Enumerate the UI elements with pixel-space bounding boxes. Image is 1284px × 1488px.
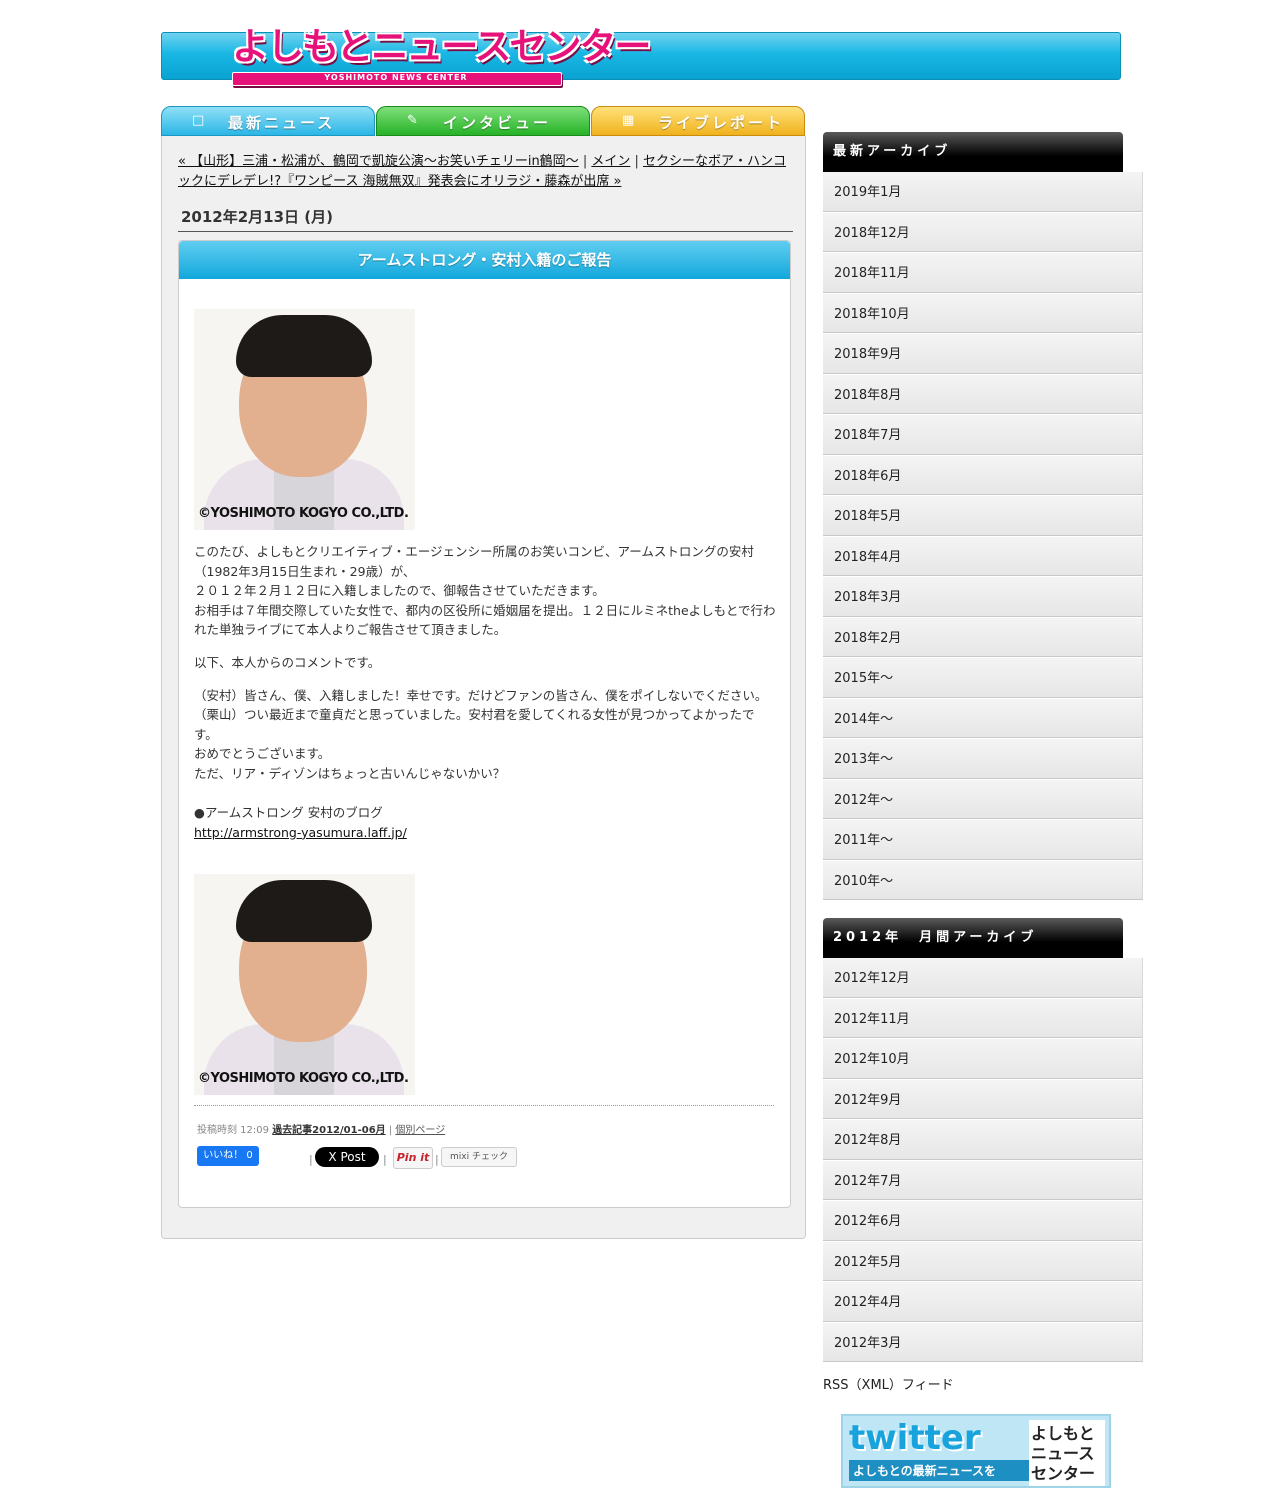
logo-subtitle: YOSHIMOTO NEWS CENTER	[324, 73, 468, 82]
latest-archive-header: 最新アーカイブ	[823, 132, 1123, 172]
monthly-archive-link[interactable]: 2012年6月	[823, 1201, 1143, 1242]
archive-link[interactable]: 2012年～	[823, 779, 1143, 820]
category-tabs: □ 最新ニュース ✎ インタビュー ▦ ライブレポート	[161, 106, 806, 136]
twitter-logo: twitter	[849, 1418, 981, 1458]
archive-link[interactable]: 2018年2月	[823, 617, 1143, 658]
body-line: 以下、本人からのコメントです。	[194, 654, 381, 670]
monthly-archive-link[interactable]: 2012年8月	[823, 1120, 1143, 1161]
body-line: このたび、よしもとクリエイティブ・エージェンシー所属のお笑いコンビ、アームストロ…	[194, 544, 754, 579]
prev-entry-link[interactable]: « 【山形】三浦・松浦が、鶴岡で凱旋公演～お笑いチェリーin鶴岡～	[178, 154, 579, 169]
social-separator: |	[435, 1153, 439, 1166]
entry-photo: ©YOSHIMOTO KOGYO CO.,LTD.	[194, 309, 415, 530]
tab-label: 最新ニュース	[228, 114, 336, 132]
archive-link[interactable]: 2013年～	[823, 739, 1143, 780]
archive-link[interactable]: 2018年3月	[823, 577, 1143, 618]
photo-copyright: ©YOSHIMOTO KOGYO CO.,LTD.	[198, 1071, 409, 1086]
body-line: （栗山）つい最近まで童貞だと思っていました。安村君を愛してくれる女性が見つかって…	[194, 707, 755, 742]
body-line: お相手は７年間交際していた女性で、都内の区役所に婚姻届を提出。１２日にルミネth…	[194, 602, 776, 638]
tab-label: インタビュー	[443, 114, 552, 132]
archive-link[interactable]: 2018年8月	[823, 374, 1143, 415]
body-line: ２０１２年２月１２日に入籍しましたので、御報告させていただきます。	[194, 583, 605, 599]
archive-link[interactable]: 2018年10月	[823, 293, 1143, 334]
main-content: « 【山形】三浦・松浦が、鶴岡で凱旋公演～お笑いチェリーin鶴岡～ | メイン …	[161, 136, 806, 1239]
entry-divider	[194, 1105, 774, 1106]
body-line: おめでとうございます。	[194, 746, 331, 762]
social-separator: |	[383, 1153, 387, 1166]
pencil-icon: ✎	[407, 113, 418, 128]
monthly-archive-link[interactable]: 2012年4月	[823, 1282, 1143, 1323]
body-line: ●アームストロング 安村のブログ	[194, 805, 383, 821]
document-icon: □	[192, 113, 205, 128]
site-logo[interactable]: よしもとニュースセンター YOSHIMOTO NEWS CENTER	[232, 24, 651, 88]
archive-link[interactable]: 2018年7月	[823, 415, 1143, 456]
tab-latest-news[interactable]: □ 最新ニュース	[161, 106, 375, 136]
entry-body: このたび、よしもとクリエイティブ・エージェンシー所属のお笑いコンビ、アームストロ…	[194, 542, 776, 855]
entry-title: アームストロング・安村入籍のご報告	[179, 241, 790, 279]
latest-archive-list: 2019年1月 2018年12月 2018年11月 2018年10月 2018年9月 20…	[823, 172, 1143, 901]
social-separator: |	[309, 1153, 313, 1166]
archive-link[interactable]: 2018年6月	[823, 455, 1143, 496]
twitter-banner-account: よしもとニュースセンター	[1029, 1420, 1105, 1486]
monthly-archive-list: 2012年12月 2012年11月 2012年10月 2012年9月 2012年8月 20…	[823, 958, 1143, 1363]
archive-link[interactable]: 2019年1月	[823, 172, 1143, 213]
archive-link[interactable]: 2018年4月	[823, 536, 1143, 577]
tab-label: ライブレポート	[658, 114, 785, 132]
archive-link[interactable]: 2018年9月	[823, 334, 1143, 375]
tab-interview[interactable]: ✎ インタビュー	[376, 106, 590, 136]
entry-navigation: « 【山形】三浦・松浦が、鶴岡で凱旋公演～お笑いチェリーin鶴岡～ | メイン …	[178, 152, 793, 192]
x-post-button[interactable]: X Post	[315, 1147, 379, 1167]
photo-copyright: ©YOSHIMOTO KOGYO CO.,LTD.	[198, 506, 409, 521]
archive-link[interactable]: 2011年～	[823, 820, 1143, 861]
nav-separator: |	[630, 154, 644, 169]
archive-link[interactable]: 2018年5月	[823, 496, 1143, 537]
entry-date: 2012年2月13日 (月)	[178, 204, 793, 232]
meta-separator: |	[385, 1125, 396, 1136]
archive-link[interactable]: 2018年12月	[823, 212, 1143, 253]
twitter-banner[interactable]: twitter よしもとの最新ニュースを よしもとニュースセンター	[841, 1414, 1111, 1488]
photo-hair	[236, 880, 372, 942]
archive-link[interactable]: 2010年～	[823, 860, 1143, 901]
post-time: 投稿時刻 12:09	[197, 1125, 269, 1136]
entry-meta: 投稿時刻 12:09 過去記事2012/01-06月 | 個別ページ	[197, 1121, 445, 1136]
photo-hair	[236, 315, 372, 377]
monthly-archive-link[interactable]: 2012年11月	[823, 998, 1143, 1039]
mixi-check-button[interactable]: mixi チェック	[441, 1147, 517, 1167]
memo-icon: ▦	[622, 113, 635, 128]
permalink[interactable]: 個別ページ	[395, 1125, 445, 1136]
monthly-archive-link[interactable]: 2012年5月	[823, 1241, 1143, 1282]
pinterest-button[interactable]: Pin it	[393, 1147, 433, 1169]
nav-separator: |	[578, 154, 592, 169]
entry-photo-2: ©YOSHIMOTO KOGYO CO.,LTD.	[194, 874, 415, 1095]
archive-link[interactable]: 2018年11月	[823, 253, 1143, 294]
monthly-archive-link[interactable]: 2012年7月	[823, 1160, 1143, 1201]
monthly-archive-link[interactable]: 2012年10月	[823, 1039, 1143, 1080]
logo-text: よしもとニュースセンター	[232, 25, 651, 68]
social-buttons: いいね！ 0 | X Post | Pin it | mixi チェック	[197, 1145, 597, 1169]
entry: アームストロング・安村入籍のご報告 ©YOSHIMOTO KOGYO CO.,L…	[178, 240, 791, 1208]
monthly-archive-link[interactable]: 2012年9月	[823, 1079, 1143, 1120]
rss-feed-link[interactable]: RSS（XML）フィード	[823, 1374, 954, 1393]
monthly-archive-link[interactable]: 2012年3月	[823, 1322, 1143, 1363]
blog-link[interactable]: http://armstrong-yasumura.laff.jp/	[194, 825, 407, 840]
body-line: （安村）皆さん、僕、入籍しました！幸せです。だけどファンの皆さん、僕をポイしない…	[194, 687, 768, 703]
monthly-archive-header: 2012年 月間アーカイブ	[823, 918, 1123, 958]
archive-link[interactable]: 2014年～	[823, 698, 1143, 739]
main-link[interactable]: メイン	[591, 154, 630, 169]
monthly-archive-link[interactable]: 2012年12月	[823, 958, 1143, 999]
facebook-like-button[interactable]: いいね！ 0	[197, 1146, 259, 1166]
body-line: ただ、リア・ディゾンはちょっと古いんじゃないかい？	[194, 765, 506, 781]
twitter-banner-text: よしもとの最新ニュースを	[849, 1460, 1029, 1481]
tab-live-report[interactable]: ▦ ライブレポート	[591, 106, 805, 136]
archive-link[interactable]: 2015年～	[823, 658, 1143, 699]
category-link[interactable]: 過去記事2012/01-06月	[272, 1125, 385, 1136]
